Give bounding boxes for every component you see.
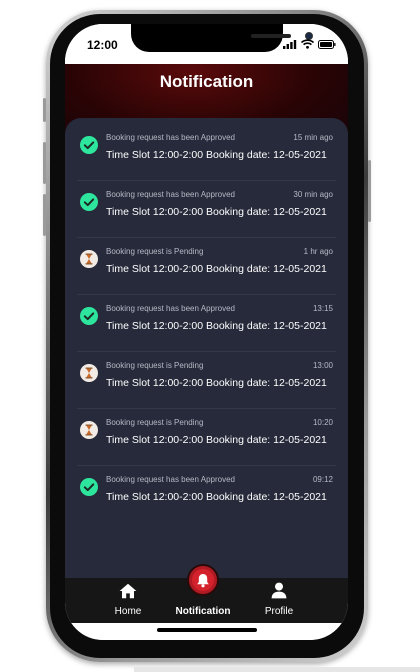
notification-item[interactable]: Booking request is Pending 10:20 Time Sl… xyxy=(77,409,336,466)
nav-home-label: Home xyxy=(114,606,142,617)
user-icon xyxy=(271,582,287,599)
battery-icon xyxy=(318,39,336,49)
approved-check-icon xyxy=(80,307,98,325)
notification-item[interactable]: Booking request is Pending 1 hr ago Time… xyxy=(77,238,336,295)
notification-title: Booking request is Pending xyxy=(106,247,204,256)
notification-title: Booking request is Pending xyxy=(106,361,204,370)
nav-home[interactable]: Home xyxy=(105,578,151,623)
nav-notification-label: Notification xyxy=(175,606,231,617)
notification-detail: Time Slot 12:00-2:00 Booking date: 12-05… xyxy=(106,149,327,161)
approved-check-icon xyxy=(80,478,98,496)
notification-item[interactable]: Booking request has been Approved 30 min… xyxy=(77,181,336,238)
notification-title: Booking request has been Approved xyxy=(106,304,235,313)
notification-time: 13:15 xyxy=(312,304,333,313)
wifi-icon xyxy=(301,39,314,49)
notification-detail: Time Slot 12:00-2:00 Booking date: 12-05… xyxy=(106,320,327,332)
approved-check-icon xyxy=(80,193,98,211)
status-time: 12:00 xyxy=(87,38,118,52)
notification-title: Booking request has been Approved xyxy=(106,190,235,199)
bottom-strip xyxy=(134,667,420,672)
page-title: Notification xyxy=(159,72,254,91)
nav-notification[interactable]: Notification xyxy=(163,566,243,623)
notification-detail: Time Slot 12:00-2:00 Booking date: 12-05… xyxy=(106,206,327,218)
notch xyxy=(131,24,313,52)
notification-title: Booking request is Pending xyxy=(106,418,204,427)
notification-item[interactable]: Booking request has been Approved 09:12 … xyxy=(77,466,336,523)
notification-time: 10:20 xyxy=(312,418,333,427)
bottom-nav: Home Notification Profile xyxy=(65,566,348,623)
home-icon xyxy=(119,583,137,599)
notification-title: Booking request has been Approved xyxy=(106,133,235,142)
notification-time: 15 min ago xyxy=(293,133,333,142)
approved-check-icon xyxy=(80,136,98,154)
notification-time: 09:12 xyxy=(312,475,333,484)
nav-notification-badge xyxy=(189,566,217,594)
home-indicator-area xyxy=(65,623,348,640)
notification-time: 1 hr ago xyxy=(303,247,333,256)
status-bar: 12:00 xyxy=(65,24,348,64)
power-button xyxy=(368,160,371,222)
notification-list: Booking request has been Approved 15 min… xyxy=(65,118,348,578)
notification-item[interactable]: Booking request has been Approved 13:15 … xyxy=(77,295,336,352)
notification-item[interactable]: Booking request is Pending 13:00 Time Sl… xyxy=(77,352,336,409)
volume-down-button xyxy=(43,194,46,236)
pending-hourglass-icon xyxy=(80,421,98,439)
notification-detail: Time Slot 12:00-2:00 Booking date: 12-05… xyxy=(106,434,327,446)
phone-screen: 12:00 Notification Booking request has b… xyxy=(65,24,348,640)
mute-switch xyxy=(43,98,46,122)
notification-item[interactable]: Booking request has been Approved 15 min… xyxy=(77,124,336,181)
speaker xyxy=(251,34,291,38)
status-icons xyxy=(283,39,336,49)
bell-icon xyxy=(197,573,209,587)
notification-detail: Time Slot 12:00-2:00 Booking date: 12-05… xyxy=(106,263,327,275)
signal-icon xyxy=(283,39,297,49)
volume-up-button xyxy=(43,142,46,184)
notification-title: Booking request has been Approved xyxy=(106,475,235,484)
notification-detail: Time Slot 12:00-2:00 Booking date: 12-05… xyxy=(106,491,327,503)
pending-hourglass-icon xyxy=(80,250,98,268)
pending-hourglass-icon xyxy=(80,364,98,382)
nav-profile-label: Profile xyxy=(264,606,294,617)
home-indicator[interactable] xyxy=(157,628,257,632)
notification-time: 13:00 xyxy=(312,361,333,370)
notification-time: 30 min ago xyxy=(293,190,333,199)
nav-profile[interactable]: Profile xyxy=(255,578,303,623)
notification-detail: Time Slot 12:00-2:00 Booking date: 12-05… xyxy=(106,377,327,389)
